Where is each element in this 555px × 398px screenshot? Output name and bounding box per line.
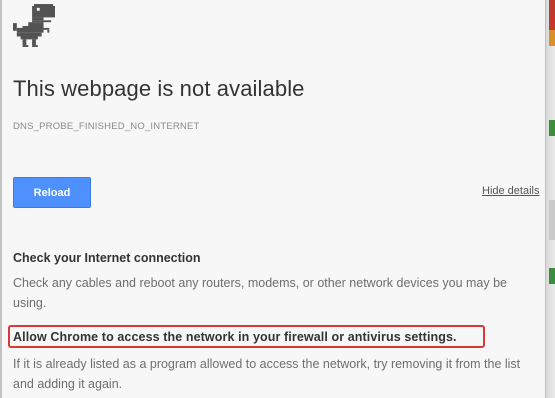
error-page: This webpage is not available DNS_PROBE_…	[2, 0, 545, 398]
suggestion-body: If it is already listed as a program all…	[13, 357, 521, 391]
reload-button[interactable]: Reload	[13, 177, 91, 208]
hide-details-link[interactable]: Hide details	[482, 185, 539, 197]
background-window-edge	[549, 200, 555, 240]
window-frame-right	[545, 0, 555, 398]
page-title: This webpage is not available	[13, 76, 305, 101]
dinosaur-icon	[13, 4, 55, 47]
suggestion-heading: Check your Internet connection	[13, 251, 201, 265]
background-window-edge	[549, 0, 555, 30]
suggestion-body: Check any cables and reboot any routers,…	[13, 276, 508, 310]
background-window-edge	[549, 120, 555, 136]
background-window-edge	[549, 268, 555, 284]
background-window-edge	[549, 30, 555, 46]
error-code: DNS_PROBE_FINISHED_NO_INTERNET	[13, 121, 200, 132]
suggestion-heading-highlighted: Allow Chrome to access the network in yo…	[13, 330, 457, 344]
